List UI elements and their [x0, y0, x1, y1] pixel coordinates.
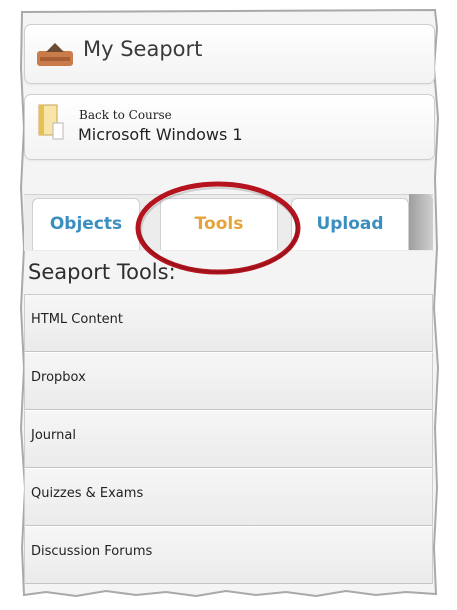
tool-item-dropbox[interactable]: Dropbox — [24, 352, 433, 410]
course-book-icon — [37, 103, 65, 145]
tools-list: HTML Content Dropbox Journal Quizzes & E… — [24, 294, 433, 584]
tab-tools[interactable]: Tools — [160, 198, 278, 250]
seaport-tools-heading: Seaport Tools: — [28, 260, 176, 284]
tool-item-quizzes-exams[interactable]: Quizzes & Exams — [24, 468, 433, 526]
back-to-course-label: Back to Course — [79, 108, 172, 122]
tab-bar-end — [409, 194, 433, 250]
tool-item-journal[interactable]: Journal — [24, 410, 433, 468]
tool-item-discussion-forums[interactable]: Discussion Forums — [24, 526, 433, 584]
tool-item-html-content[interactable]: HTML Content — [24, 294, 433, 352]
my-seaport-title: My Seaport — [83, 37, 203, 61]
tab-objects[interactable]: Objects — [32, 198, 140, 250]
my-seaport-card[interactable]: My Seaport — [24, 24, 435, 84]
back-to-course-card[interactable]: Back to Course Microsoft Windows 1 — [24, 94, 435, 160]
course-name: Microsoft Windows 1 — [78, 125, 243, 144]
tab-upload[interactable]: Upload — [291, 198, 409, 250]
seaport-ship-icon — [36, 41, 74, 71]
